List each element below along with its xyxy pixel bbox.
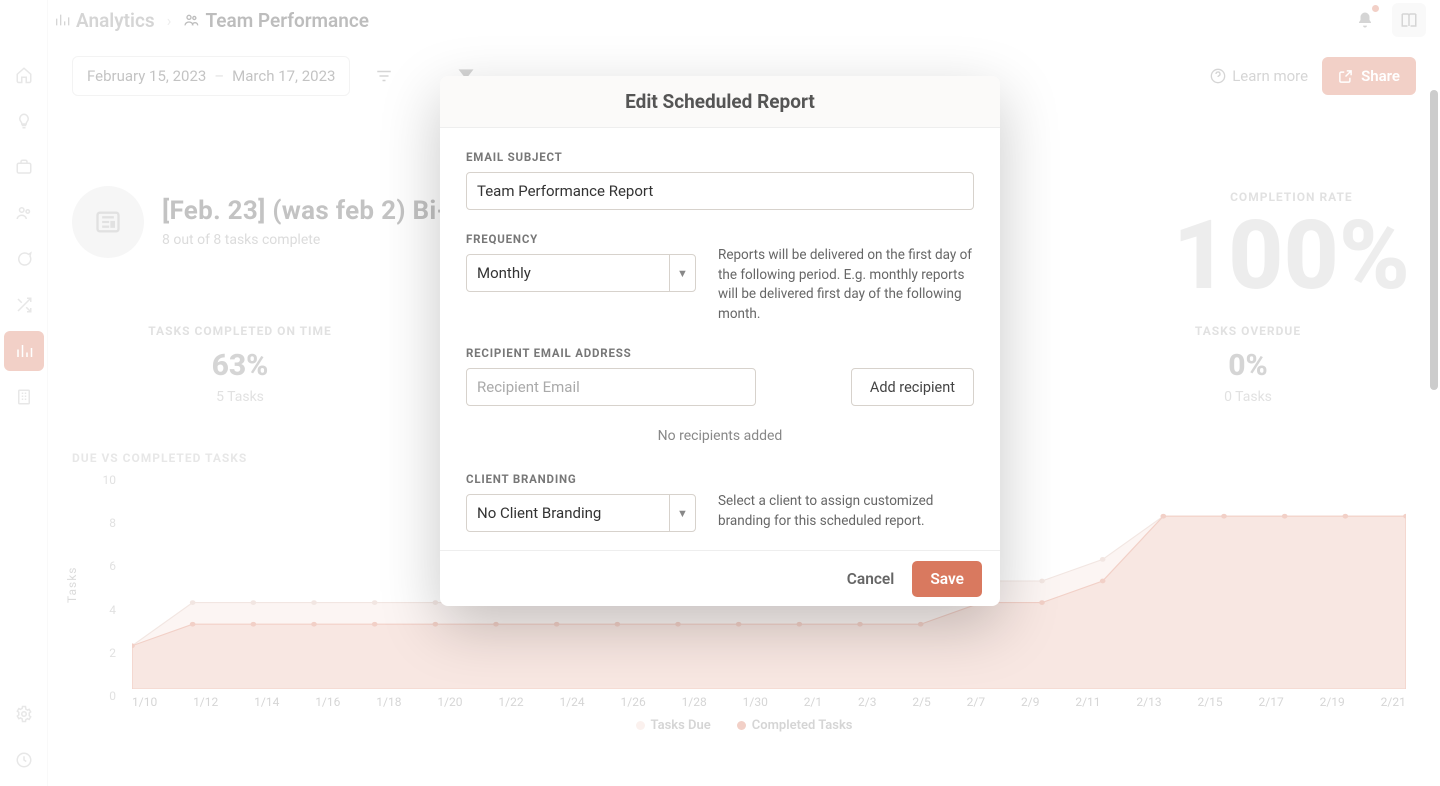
frequency-select[interactable]: Monthly ▼ <box>466 254 696 292</box>
edit-scheduled-report-modal: Edit Scheduled Report EMAIL SUBJECT FREQ… <box>440 76 1000 606</box>
chevron-down-icon: ▼ <box>669 495 695 531</box>
scrollbar[interactable] <box>1430 90 1438 786</box>
modal-header: Edit Scheduled Report <box>440 76 1000 128</box>
frequency-label: FREQUENCY <box>466 232 696 246</box>
branding-select[interactable]: No Client Branding ▼ <box>466 494 696 532</box>
modal-title: Edit Scheduled Report <box>625 90 815 113</box>
recipient-email-input[interactable] <box>466 368 756 406</box>
scrollbar-thumb[interactable] <box>1430 90 1438 390</box>
chevron-down-icon: ▼ <box>669 255 695 291</box>
frequency-help: Reports will be delivered on the first d… <box>718 246 974 324</box>
recipient-label: RECIPIENT EMAIL ADDRESS <box>466 346 974 360</box>
cancel-button[interactable]: Cancel <box>847 570 895 588</box>
no-recipients-text: No recipients added <box>466 428 974 444</box>
email-subject-input[interactable] <box>466 172 974 210</box>
branding-value: No Client Branding <box>467 504 669 522</box>
add-recipient-button[interactable]: Add recipient <box>851 368 974 406</box>
branding-help: Select a client to assign customized bra… <box>718 492 974 531</box>
branding-label: CLIENT BRANDING <box>466 472 696 486</box>
email-subject-label: EMAIL SUBJECT <box>466 150 974 164</box>
frequency-value: Monthly <box>467 264 669 282</box>
save-button[interactable]: Save <box>912 561 982 597</box>
